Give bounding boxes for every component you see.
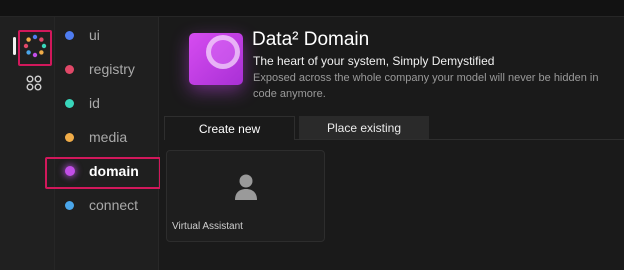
- domain-logo: [189, 33, 243, 85]
- rail-active-indicator: [13, 37, 16, 55]
- sidebar-item-label: registry: [89, 61, 135, 77]
- sidebar-item-label: connect: [89, 197, 139, 213]
- sidebar-item-label: ui: [89, 27, 100, 43]
- main-content: Data² Domain The heart of your system, S…: [160, 17, 624, 270]
- apps-rail-button[interactable]: [18, 30, 52, 66]
- virtual-assistant-card[interactable]: Virtual Assistant: [166, 150, 325, 242]
- sidebar-item-media[interactable]: media: [55, 126, 159, 148]
- sidebar-item-domain[interactable]: domain: [55, 160, 159, 182]
- sidebar-item-label: id: [89, 95, 100, 111]
- card-label: Virtual Assistant: [172, 221, 243, 232]
- registry-dot-icon: [65, 64, 74, 74]
- page-subtitle: The heart of your system, Simply Demysti…: [253, 54, 495, 68]
- page-description: Exposed across the whole company your mo…: [253, 72, 599, 100]
- sidebar-item-connect[interactable]: connect: [55, 194, 159, 216]
- tab-create-new[interactable]: Create new: [164, 116, 295, 140]
- sidebar-item-ui[interactable]: ui: [55, 24, 159, 46]
- top-bar: [0, 0, 624, 17]
- icon-rail: [0, 17, 55, 270]
- grid-icon: [26, 75, 42, 96]
- apps-ring-icon: [23, 34, 47, 63]
- user-icon: [233, 173, 259, 201]
- sidebar-item-registry[interactable]: registry: [55, 58, 159, 80]
- id-dot-icon: [65, 98, 74, 108]
- grid-rail-button[interactable]: [18, 69, 50, 101]
- sidebar-item-label: domain: [89, 163, 139, 179]
- tab-place-existing[interactable]: Place existing: [299, 116, 429, 140]
- domain-ring-icon: [206, 35, 240, 69]
- media-dot-icon: [65, 132, 74, 142]
- ui-dot-icon: [65, 30, 74, 40]
- page-title: Data² Domain: [252, 29, 370, 50]
- connect-dot-icon: [65, 200, 74, 210]
- tab-divider: [295, 139, 624, 140]
- sidebar-nav: ui registry id media domain connect: [55, 17, 159, 270]
- sidebar-item-label: media: [89, 129, 128, 145]
- domain-dot-icon: [65, 166, 75, 176]
- sidebar-item-id[interactable]: id: [55, 92, 159, 114]
